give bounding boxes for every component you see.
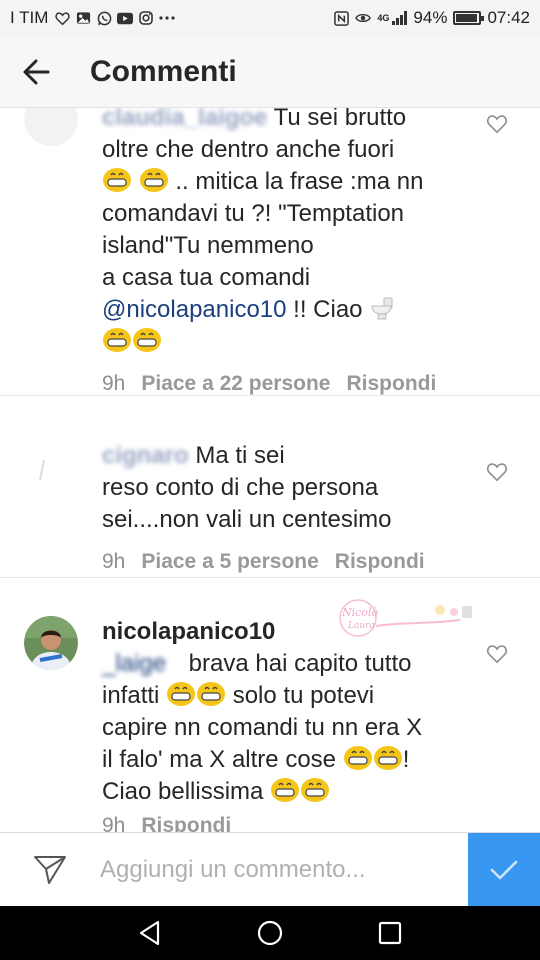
paper-plane-icon	[34, 855, 66, 884]
comment-composer	[0, 832, 540, 907]
svg-text:Nicolò: Nicolò	[341, 606, 378, 619]
carrier-label: I TIM	[10, 8, 49, 27]
checkmark-icon	[490, 860, 518, 879]
nav-home-button[interactable]	[240, 906, 300, 960]
reply-button[interactable]: Rispondi	[141, 810, 231, 832]
grinning-emoji-icon	[343, 745, 373, 771]
comment-username[interactable]: cignaro	[102, 442, 189, 469]
comment-meta: 9h Piace a 5 persone Rispondi	[102, 546, 474, 578]
whatsapp-icon	[96, 11, 112, 25]
nav-recents-button[interactable]	[360, 906, 420, 960]
comment-text: cignaro Ma ti sei reso conto di che pers…	[102, 440, 474, 578]
heart-outline-icon	[486, 645, 508, 664]
heart-icon	[54, 11, 70, 25]
comment-time: 9h	[102, 550, 126, 573]
comment-text: claudia_laigoe Tu sei brutto oltre che d…	[102, 108, 474, 400]
grinning-emoji-icon	[300, 777, 330, 803]
eye-icon	[355, 11, 372, 25]
page-title: Commenti	[90, 54, 237, 88]
reply-button[interactable]: Rispondi	[335, 546, 425, 578]
grinning-emoji-icon	[270, 777, 300, 803]
mention-link[interactable]: @nicolapanico10	[102, 296, 287, 323]
comment-username[interactable]: claudia_laigoe	[102, 108, 267, 131]
direct-share-button[interactable]	[0, 833, 100, 907]
comment-input[interactable]	[100, 839, 468, 900]
youtube-icon	[117, 11, 134, 25]
nfc-icon	[333, 10, 349, 26]
gallery-icon	[75, 11, 91, 25]
battery-percent: 94%	[413, 8, 448, 27]
comment-meta: 9h Rispondi	[102, 810, 474, 832]
nav-back-button[interactable]	[120, 906, 180, 960]
likes-link[interactable]: Piace a 5 persone	[141, 546, 318, 578]
signal-icon	[392, 11, 408, 25]
comment-text: nicolapanico10 _laige brava hai capito t…	[102, 616, 474, 832]
grinning-emoji-icon	[139, 167, 169, 193]
heart-outline-icon	[486, 115, 508, 134]
mention-link[interactable]: _laige	[102, 648, 182, 680]
battery-icon	[453, 11, 485, 25]
svg-text:Laura: Laura	[347, 621, 375, 631]
like-button[interactable]	[486, 462, 508, 484]
like-button[interactable]	[486, 644, 508, 666]
grinning-emoji-icon	[132, 327, 162, 353]
triangle-back-icon	[139, 920, 160, 946]
avatar[interactable]	[24, 616, 78, 670]
header: Commenti	[0, 36, 540, 108]
grinning-emoji-icon	[373, 745, 403, 771]
avatar[interactable]	[24, 442, 78, 496]
system-nav-bar	[0, 906, 540, 960]
back-button[interactable]	[0, 36, 72, 108]
network-label: 4G	[377, 12, 390, 23]
clock: 07:42	[487, 8, 530, 27]
circle-home-icon	[257, 920, 283, 946]
comment-time: 9h	[102, 814, 126, 832]
grinning-emoji-icon	[166, 681, 196, 707]
avatar[interactable]	[24, 108, 78, 146]
status-bar: I TIM 4G 94% 07:42	[0, 0, 540, 36]
post-comment-button[interactable]	[468, 832, 540, 907]
comments-list[interactable]: claudia_laigoe Tu sei brutto oltre che d…	[0, 108, 540, 832]
comment-item: claudia_laigoe Tu sei brutto oltre che d…	[0, 108, 540, 396]
watermark-logo: Nicolò Laura	[330, 596, 490, 642]
grinning-emoji-icon	[196, 681, 226, 707]
comment-item: cignaro Ma ti sei reso conto di che pers…	[0, 396, 540, 578]
like-button[interactable]	[486, 114, 508, 136]
toilet-emoji-icon	[369, 295, 399, 321]
arrow-left-icon	[23, 59, 50, 84]
grinning-emoji-icon	[102, 327, 132, 353]
heart-outline-icon	[486, 463, 508, 482]
more-icon	[159, 11, 176, 25]
square-recents-icon	[378, 921, 402, 945]
comment-username[interactable]: nicolapanico10	[102, 618, 275, 645]
instagram-icon	[138, 11, 154, 25]
grinning-emoji-icon	[102, 167, 132, 193]
